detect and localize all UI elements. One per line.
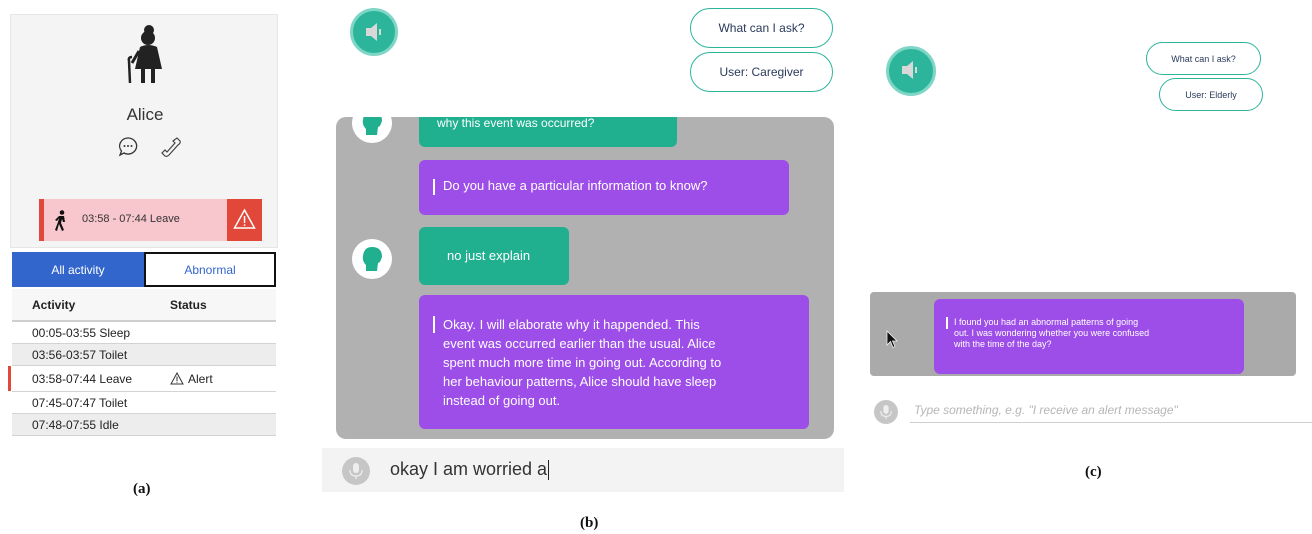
activity-tabs: All activity Abnormal	[12, 252, 276, 287]
alert-text: 03:58 - 07:44 Leave	[82, 213, 180, 225]
caption-a: (a)	[133, 481, 151, 497]
user-head-icon	[362, 117, 382, 135]
table-row[interactable]: 07:48-07:55 Idle	[12, 414, 276, 436]
row-activity: 03:56-03:57 Toilet	[32, 347, 128, 362]
alert-time-range: 03:58 - 07:44	[82, 213, 147, 225]
row-activity: 07:45-07:47 Toilet	[32, 395, 128, 410]
text-caret	[548, 460, 550, 481]
user-role-button[interactable]: User: Elderly	[1159, 78, 1263, 111]
bot-message-line: out. I was wondering whether you were co…	[954, 328, 1150, 338]
bot-message-line: with the time of the day?	[954, 339, 1052, 349]
table-header: Activity Status	[12, 289, 276, 322]
column-header-status: Status	[170, 297, 207, 312]
row-activity: 03:58-07:44 Leave	[32, 371, 133, 386]
message-input-placeholder[interactable]: Type something, e.g. "I receive an alert…	[914, 403, 1178, 417]
bot-message-line: Okay. I will elaborate why it happended.…	[443, 317, 700, 332]
chat-area: why this event was occurred? Do you have…	[336, 117, 834, 439]
bot-message-line: I found you had an abnormal patterns of …	[954, 317, 1139, 327]
panel-c-elderly-chat: What can I ask? User: Elderly I found yo…	[862, 0, 1312, 500]
elderly-person-icon	[127, 25, 162, 84]
microphone-button[interactable]	[874, 400, 898, 424]
user-avatar	[352, 239, 392, 279]
alert-banner[interactable]: 03:58 - 07:44 Leave	[39, 199, 262, 241]
table-row[interactable]: 07:45-07:47 Toilet	[12, 392, 276, 414]
chat-area: I found you had an abnormal patterns of …	[870, 292, 1296, 376]
chat-message-user: no just explain	[419, 227, 569, 285]
chat-message-bot: Do you have a particular information to …	[419, 160, 789, 215]
user-avatar	[352, 117, 392, 143]
warning-triangle-icon	[170, 372, 184, 385]
row-status-cell: Alert	[154, 372, 276, 386]
table-row-alert[interactable]: 03:58-07:44 Leave Alert	[8, 366, 276, 392]
row-status: Alert	[188, 371, 213, 386]
message-input[interactable]: okay I am worried a	[390, 459, 550, 481]
message-bar	[946, 317, 948, 329]
speaker-button[interactable]	[350, 8, 398, 56]
row-activity: 00:05-03:55 Sleep	[32, 325, 131, 340]
chat-message-bot: Okay. I will elaborate why it happended.…	[419, 295, 809, 429]
profile-card: Alice 03:58 - 07:44 Leave	[10, 14, 278, 248]
panel-a-dashboard: Alice 03:58 - 07:44 Leave All activity A…	[8, 14, 278, 460]
bot-message-text: Do you have a particular information to …	[443, 178, 708, 193]
column-header-activity: Activity	[32, 297, 76, 312]
bot-message-line: event was occurred earlier than the usua…	[443, 336, 716, 351]
speaker-button[interactable]	[886, 46, 936, 96]
panel-b-caregiver-chat: What can I ask? User: Caregiver why this…	[322, 0, 844, 492]
microphone-icon	[880, 405, 892, 419]
caption-b: (b)	[580, 515, 599, 531]
bot-message-line: instead of going out.	[443, 393, 561, 408]
tab-abnormal[interactable]: Abnormal	[144, 252, 276, 287]
message-bar	[433, 316, 435, 333]
microphone-icon	[349, 463, 363, 479]
bot-message-line: her behaviour patterns, Alice should hav…	[443, 374, 717, 389]
what-can-i-ask-button[interactable]: What can I ask?	[1146, 42, 1261, 75]
alert-activity: Leave	[149, 213, 180, 225]
bot-message-text: Okay. I will elaborate why it happended.…	[443, 315, 721, 410]
alert-warning-button[interactable]	[227, 199, 262, 241]
user-role-button[interactable]: User: Caregiver	[690, 52, 833, 92]
table-row[interactable]: 00:05-03:55 Sleep	[12, 322, 276, 344]
mouse-cursor-icon	[886, 330, 898, 349]
message-bar	[433, 178, 435, 195]
message-input-value: okay I am worried a	[390, 459, 548, 479]
tab-all-activity[interactable]: All activity	[12, 252, 144, 287]
person-name: Alice	[126, 105, 164, 124]
speaker-icon	[902, 61, 917, 79]
user-head-icon	[362, 247, 382, 271]
activity-table: Activity Status 00:05-03:55 Sleep 03:56-…	[8, 289, 276, 436]
chat-bubble-icon[interactable]	[117, 136, 139, 158]
chat-message-bot: I found you had an abnormal patterns of …	[934, 299, 1244, 374]
what-can-i-ask-button[interactable]: What can I ask?	[690, 8, 833, 48]
speaker-icon	[366, 23, 381, 41]
bot-message-line: spent much more time in going out. Accor…	[443, 355, 722, 370]
table-row[interactable]: 03:56-03:57 Toilet	[12, 344, 276, 366]
walking-person-icon	[55, 210, 65, 231]
bot-message-text: I found you had an abnormal patterns of …	[954, 317, 1149, 350]
input-underline	[910, 422, 1312, 423]
warning-triangle-icon	[233, 208, 256, 229]
microphone-button[interactable]	[342, 457, 370, 485]
row-activity: 07:48-07:55 Idle	[32, 417, 119, 432]
caption-c: (c)	[1085, 464, 1102, 480]
phone-icon[interactable]	[159, 136, 183, 160]
bot-message-block: I found you had an abnormal patterns of …	[946, 317, 1232, 350]
bot-message-block: Okay. I will elaborate why it happended.…	[433, 315, 795, 410]
chat-message-user: why this event was occurred?	[419, 117, 677, 147]
message-input-bar[interactable]: okay I am worried a	[322, 448, 844, 492]
